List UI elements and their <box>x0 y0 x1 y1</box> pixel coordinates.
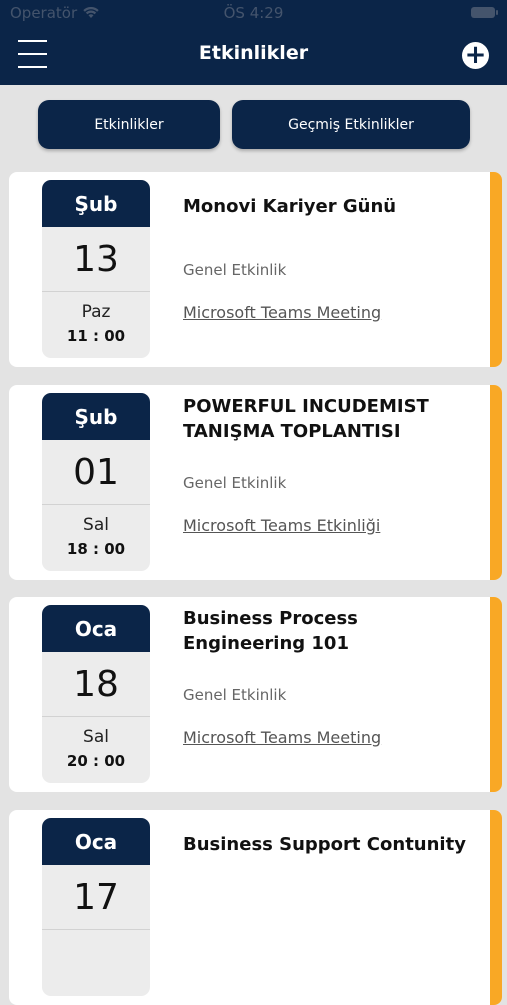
event-accent-bar <box>490 172 502 367</box>
event-month: Şub <box>42 180 150 227</box>
event-time: 20 : 00 <box>66 752 126 770</box>
nav-bar: Etkinlikler + <box>0 26 507 85</box>
event-time: 11 : 00 <box>66 327 126 345</box>
event-card[interactable]: Oca 17 Business Support Contunity <box>9 810 502 1005</box>
status-bar: Operatör ÖS 4:29 <box>0 0 507 26</box>
event-title: POWERFUL INCUDEMIST TANIŞMA TOPLANTISI <box>183 396 429 442</box>
event-link[interactable]: Microsoft Teams Meeting <box>183 303 381 322</box>
event-link[interactable]: Microsoft Teams Meeting <box>183 728 381 747</box>
add-event-button[interactable]: + <box>462 42 489 69</box>
event-title: Monovi Kariyer Günü <box>183 196 397 217</box>
event-type: Genel Etkinlik <box>183 686 287 704</box>
event-date-box: Oca 17 <box>42 818 150 996</box>
event-weekday: Sal <box>83 727 109 747</box>
event-month: Şub <box>42 393 150 440</box>
event-title: Business Support Contunity <box>183 834 466 855</box>
battery-icon <box>471 7 498 18</box>
event-date-box: Oca 18 Sal 20 : 00 <box>42 605 150 783</box>
event-accent-bar <box>490 597 502 792</box>
event-title: Business Process Engineering 101 <box>183 608 358 654</box>
event-day: 13 <box>42 227 150 292</box>
event-accent-bar <box>490 810 502 1005</box>
event-card[interactable]: Şub 13 Paz 11 : 00 Monovi Kariyer Günü G… <box>9 172 502 367</box>
plus-circle-icon: + <box>464 40 487 70</box>
event-day: 17 <box>42 865 150 930</box>
event-month: Oca <box>42 605 150 652</box>
event-card[interactable]: Oca 18 Sal 20 : 00 Business Process Engi… <box>9 597 502 792</box>
tab-bar: Etkinlikler Geçmiş Etkinlikler <box>0 100 507 150</box>
event-day: 18 <box>42 652 150 717</box>
event-link[interactable]: Microsoft Teams Etkinliği <box>183 516 380 535</box>
event-weekday: Sal <box>83 515 109 535</box>
event-date-box: Şub 01 Sal 18 : 00 <box>42 393 150 571</box>
event-card[interactable]: Şub 01 Sal 18 : 00 POWERFUL INCUDEMIST T… <box>9 385 502 580</box>
tab-etkinlikler[interactable]: Etkinlikler <box>38 100 220 149</box>
event-day: 01 <box>42 440 150 505</box>
event-weekday: Paz <box>81 302 111 322</box>
event-month: Oca <box>42 818 150 865</box>
app-header: Operatör ÖS 4:29 Etkinlikler + <box>0 0 507 85</box>
event-time: 18 : 00 <box>66 540 126 558</box>
page-title: Etkinlikler <box>198 42 309 64</box>
tab-gecmis-etkinlikler[interactable]: Geçmiş Etkinlikler <box>232 100 470 149</box>
hamburger-icon-line <box>18 66 47 68</box>
event-accent-bar <box>490 385 502 580</box>
event-type: Genel Etkinlik <box>183 261 287 279</box>
event-date-box: Şub 13 Paz 11 : 00 <box>42 180 150 358</box>
status-time: ÖS 4:29 <box>223 4 284 22</box>
event-type: Genel Etkinlik <box>183 474 287 492</box>
